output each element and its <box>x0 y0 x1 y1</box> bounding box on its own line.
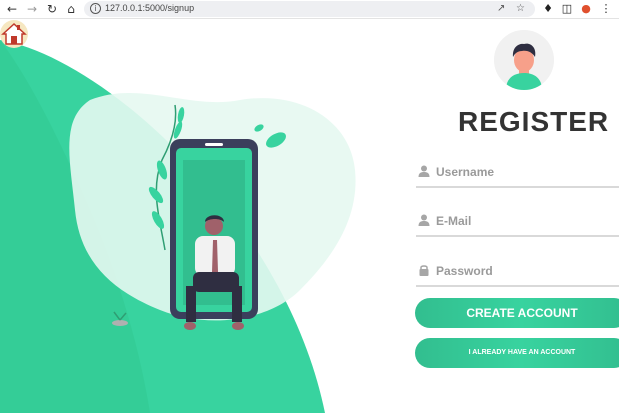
share-icon[interactable]: ↗ <box>497 4 505 14</box>
page-title: REGISTER <box>458 106 610 137</box>
person-shoe <box>184 322 196 330</box>
extensions-puzzle-icon[interactable]: ♦ <box>541 2 555 16</box>
user-icon <box>418 214 430 226</box>
create-account-button[interactable]: CREATE ACCOUNT <box>415 298 619 328</box>
person-tie <box>212 240 218 272</box>
house-icon[interactable] <box>0 20 28 48</box>
back-icon[interactable]: ← <box>5 2 19 16</box>
person-leg <box>186 286 196 322</box>
phone-speaker <box>205 143 223 146</box>
person-shoe <box>232 322 244 330</box>
already-have-account-button[interactable]: I ALREADY HAVE AN ACCOUNT <box>415 338 619 368</box>
profile-extension-icon[interactable]: ● <box>579 2 593 16</box>
forward-icon[interactable]: → <box>25 2 39 16</box>
reload-icon[interactable]: ↻ <box>45 2 59 16</box>
email-field <box>416 207 619 237</box>
grass <box>305 324 319 334</box>
username-field <box>416 158 619 188</box>
bookmark-star-icon[interactable]: ☆ <box>516 4 525 14</box>
browser-toolbar: ← → ↻ ⌂ i 127.0.0.1:5000/signup ↗ ☆ ♦ ◫ … <box>0 0 619 19</box>
person-leg <box>232 286 242 322</box>
email-input[interactable] <box>436 209 616 233</box>
signup-page: REGISTER CREATE ACCOUNT I ALREADY HAVE A… <box>0 20 619 413</box>
user-icon <box>418 165 430 177</box>
lock-icon <box>419 265 429 276</box>
site-info-icon[interactable]: i <box>90 3 101 14</box>
address-bar[interactable]: i 127.0.0.1:5000/signup ↗ ☆ <box>84 1 535 17</box>
user-avatar-icon <box>494 30 554 90</box>
home-icon[interactable]: ⌂ <box>64 2 78 16</box>
password-field <box>416 257 619 287</box>
address-url[interactable]: 127.0.0.1:5000/signup <box>105 3 194 13</box>
menu-dots-icon[interactable]: ⋮ <box>599 2 613 16</box>
password-input[interactable] <box>436 259 616 283</box>
side-panel-icon[interactable]: ◫ <box>560 2 574 16</box>
rock <box>112 320 128 326</box>
username-input[interactable] <box>436 160 616 184</box>
